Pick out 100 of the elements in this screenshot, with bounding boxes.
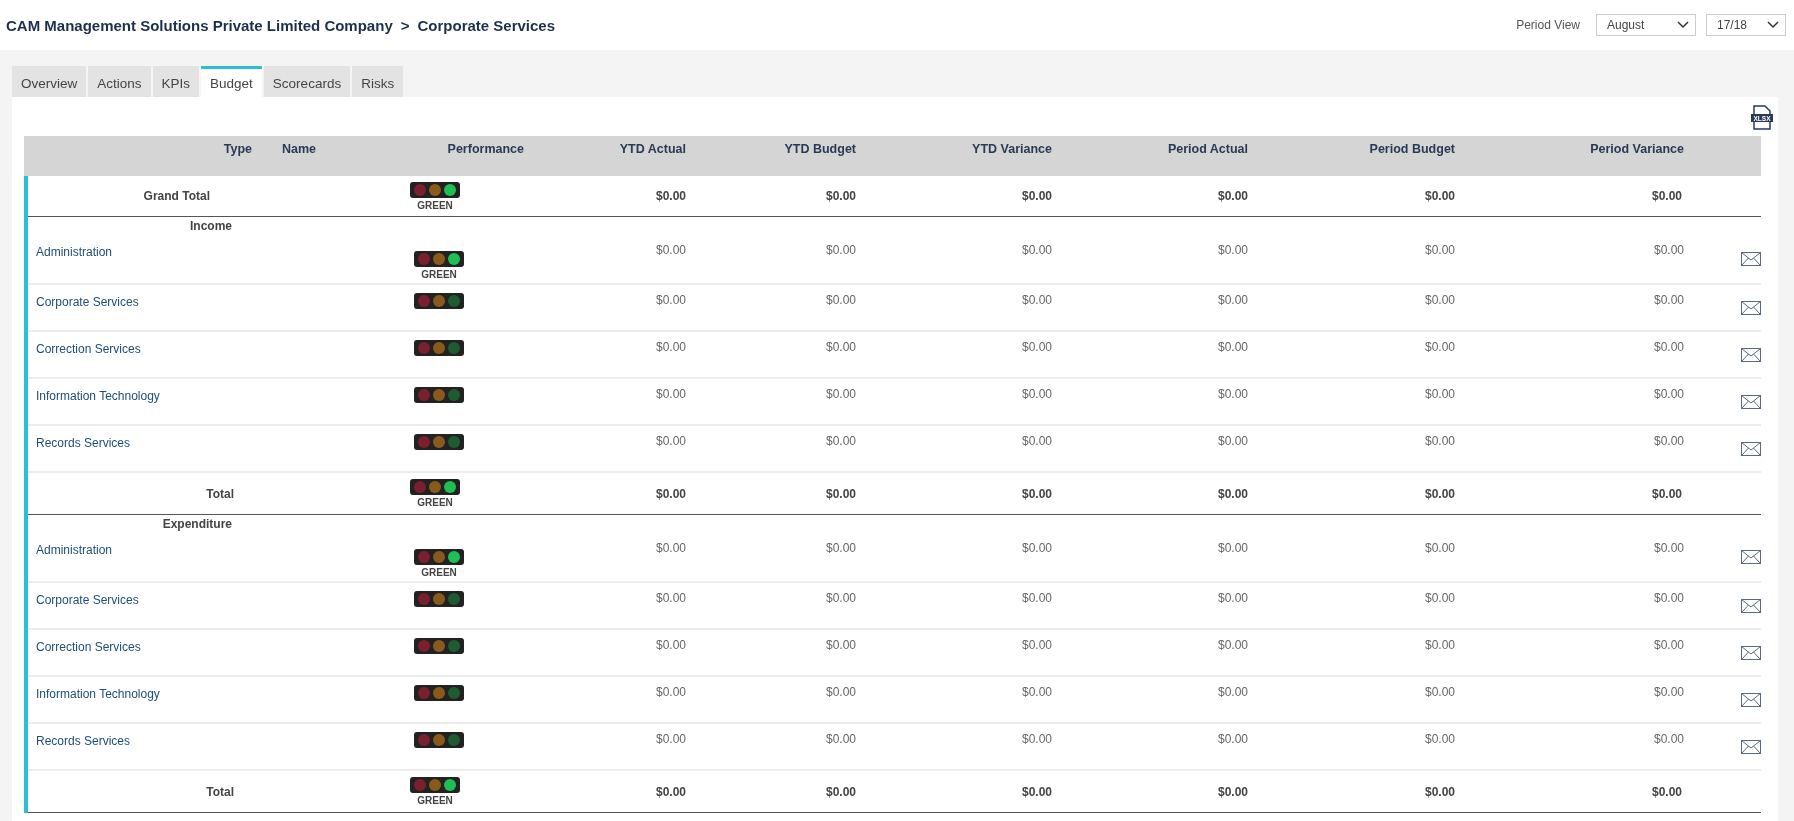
tab[interactable]: Scorecards (263, 66, 351, 97)
table-cell-text: $0.00 (1423, 590, 1456, 607)
column-header: Period Actual (1166, 141, 1249, 158)
row-link[interactable]: Information Technology (28, 677, 160, 701)
table-cell-text: $0.00 (1652, 637, 1685, 654)
table-cell-text: $0.00 (654, 339, 687, 356)
table-cell-text: $0.00 (824, 784, 857, 799)
performance-status: GREEN (421, 567, 457, 578)
table-cell-text: $0.00 (1423, 433, 1456, 450)
table-cell-text: $0.00 (1020, 731, 1053, 748)
envelope-icon[interactable] (1741, 550, 1761, 564)
table-cell-text: $0.00 (1216, 292, 1249, 309)
table-cell-text: $0.00 (1020, 433, 1053, 450)
envelope-icon[interactable] (1741, 598, 1761, 613)
row-link[interactable]: Correction Services (28, 332, 141, 356)
row-label: Total (205, 784, 235, 799)
tab[interactable]: KPIs (152, 66, 200, 97)
table-cell-text: $0.00 (1423, 339, 1456, 356)
table-cell-text: $0.00 (1020, 590, 1053, 607)
table-cell-text: $0.00 (654, 433, 687, 450)
table-cell-text: $0.00 (824, 486, 857, 501)
envelope-icon[interactable] (1741, 347, 1761, 362)
table-cell-text: $0.00 (824, 242, 857, 259)
tab[interactable]: Overview (12, 66, 87, 97)
column-header: Period Variance (1589, 141, 1685, 158)
envelope-icon[interactable] (1741, 645, 1761, 660)
table-cell-text: $0.00 (1652, 386, 1685, 403)
table-cell-text: $0.00 (1650, 784, 1683, 799)
table-cell-text: $0.00 (1652, 292, 1685, 309)
table-cell-text: $0.00 (1652, 339, 1685, 356)
month-dropdown[interactable]: August (1596, 14, 1696, 36)
breadcrumb-link[interactable]: CAM Management Solutions Private Limited Company (6, 16, 393, 34)
table-cell-text: $0.00 (824, 637, 857, 654)
tab[interactable]: Actions (88, 66, 151, 97)
envelope-icon[interactable] (1741, 394, 1761, 409)
table-cell-text: $0.00 (1652, 540, 1685, 557)
table-cell-text: $0.00 (1423, 684, 1456, 701)
table-cell-text: $0.00 (1216, 684, 1249, 701)
year-dropdown[interactable]: 17/18 (1706, 14, 1786, 36)
table-cell-text: $0.00 (824, 292, 857, 309)
chevron-down-icon (1677, 21, 1689, 29)
performance-status: GREEN (417, 199, 453, 211)
table-cell-text: $0.00 (1020, 540, 1053, 557)
envelope-icon[interactable] (1741, 692, 1761, 707)
table-cell-text: $0.00 (1423, 189, 1456, 203)
table-cell-text: $0.00 (824, 433, 857, 450)
table-cell-text: $0.00 (1652, 590, 1685, 607)
table-cell-text: $0.00 (1216, 486, 1249, 501)
column-header: YTD Variance (971, 141, 1053, 158)
table-cell-text: $0.00 (1423, 242, 1456, 259)
tab[interactable]: Risks (352, 66, 404, 97)
table-cell-text: $0.00 (1020, 292, 1053, 309)
tab[interactable]: Budget (201, 66, 262, 97)
table-cell-text: $0.00 (654, 590, 687, 607)
breadcrumb-current: Corporate Services (417, 16, 556, 34)
envelope-icon[interactable] (1741, 300, 1761, 315)
performance-status: GREEN (417, 497, 453, 508)
table-cell-text: $0.00 (824, 731, 857, 748)
row-link[interactable]: Correction Services (28, 630, 141, 654)
table-cell-text: $0.00 (1423, 731, 1456, 748)
table-cell-text: $0.00 (1423, 386, 1456, 403)
row-link[interactable]: Records Services (28, 426, 131, 450)
table-cell-text: $0.00 (1650, 486, 1683, 501)
table-cell-text: $0.00 (824, 540, 857, 557)
row-link[interactable]: Administration (28, 533, 113, 557)
table-cell-text: $0.00 (654, 684, 687, 701)
table-cell-text: $0.00 (824, 386, 857, 403)
table-cell-text: $0.00 (824, 684, 857, 701)
table-cell-text: $0.00 (1216, 590, 1249, 607)
row-link[interactable]: Corporate Services (28, 285, 139, 309)
row-link[interactable]: Administration (28, 235, 113, 259)
table-cell-text: $0.00 (1216, 433, 1249, 450)
row-label: Total (205, 486, 235, 501)
period-view-label: Period View (1516, 18, 1580, 32)
table-cell-text: $0.00 (654, 784, 687, 799)
column-header: Type (222, 141, 253, 158)
table-cell-text: $0.00 (1216, 637, 1249, 654)
performance-status: GREEN (421, 269, 457, 280)
table-cell-text: $0.00 (1423, 292, 1456, 309)
envelope-icon[interactable] (1741, 441, 1761, 456)
table-cell-text: $0.00 (654, 386, 687, 403)
table-cell-text: $0.00 (1216, 731, 1249, 748)
table-cell-text: $0.00 (654, 242, 687, 259)
table-cell-text: $0.00 (1020, 339, 1053, 356)
table-cell-text: $0.00 (1216, 784, 1249, 799)
envelope-icon[interactable] (1741, 252, 1761, 266)
table-cell-text: $0.00 (1020, 242, 1053, 259)
row-link[interactable]: Records Services (28, 724, 131, 748)
section-heading: Income (189, 219, 233, 233)
table-cell-text: $0.00 (1020, 189, 1053, 203)
envelope-icon[interactable] (1741, 739, 1761, 754)
column-header: YTD Actual (618, 141, 687, 158)
table-cell-text: $0.00 (654, 731, 687, 748)
row-link[interactable]: Corporate Services (28, 583, 139, 607)
row-link[interactable]: Information Technology (28, 379, 160, 403)
table-cell-text: $0.00 (1423, 486, 1456, 501)
table-cell-text: $0.00 (654, 189, 687, 203)
table-cell-text: $0.00 (1020, 784, 1053, 799)
row-label: Grand Total (142, 189, 211, 203)
performance-status: GREEN (417, 795, 453, 806)
